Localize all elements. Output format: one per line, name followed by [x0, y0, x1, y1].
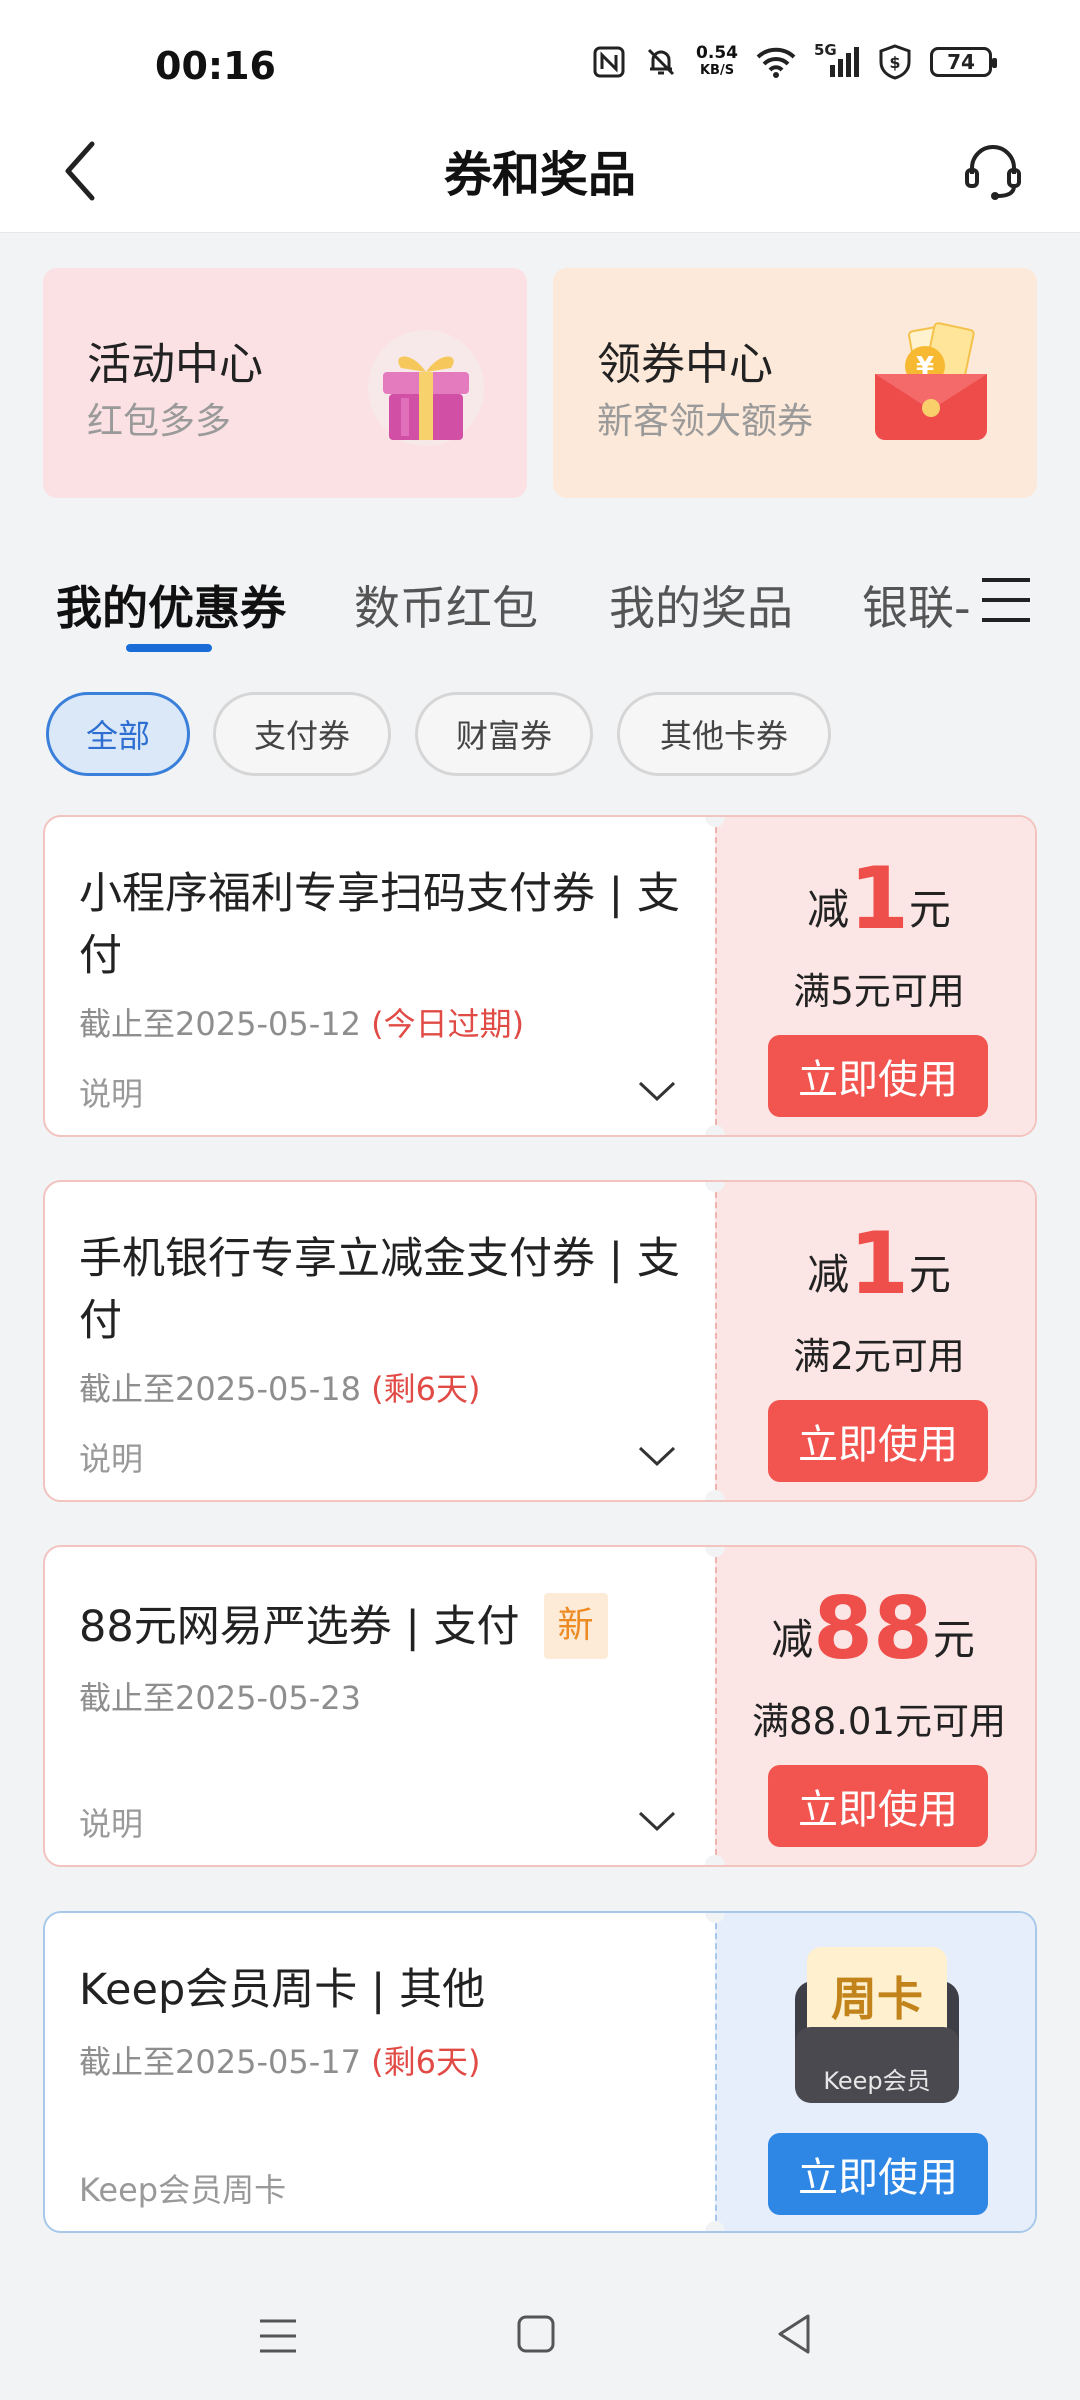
active-tab-indicator [126, 644, 212, 652]
keep-card-title: 周卡 [831, 1972, 923, 2026]
coupon-center-subtitle: 新客领大额券 [597, 401, 814, 442]
coupon-expiry: 截止至2025-05-17 (剩6天) [79, 2037, 481, 2083]
coupon-title: Keep会员周卡 | 其他 [79, 1965, 486, 2015]
tab-my-prizes[interactable]: 我的奖品 [609, 572, 793, 638]
coupon-description[interactable]: 说明 [79, 1069, 143, 1115]
coupon-amount: 减1元 [717, 849, 1035, 949]
net-speed: 0.54 KB/S [696, 44, 738, 80]
coupon-card[interactable]: 周卡 Keep会员 立即使用 Keep会员周卡 | 其他 截止至2025-05-… [43, 1911, 1037, 2233]
chevron-down-icon[interactable] [637, 1079, 677, 1103]
amount-prefix: 减 [807, 1250, 850, 1299]
coupon-expiry: 截止至2025-05-12 (今日过期) [79, 999, 524, 1045]
home-icon[interactable] [516, 2314, 556, 2354]
coupon-card[interactable]: 减1元 满5元可用 立即使用 小程序福利专享扫码支付券 | 支付 截止至2025… [43, 815, 1037, 1137]
activity-center-title: 活动中心 [87, 339, 263, 390]
tab-my-coupons[interactable]: 我的优惠券 [56, 572, 286, 638]
coupon-title: 88元网易严选券 | 支付新 [79, 1593, 699, 1659]
coupon-center-title: 领券中心 [597, 339, 773, 390]
expiry-date: 截止至2025-05-12 [79, 1005, 361, 1043]
amount-unit: 元 [932, 1615, 975, 1664]
coupon-description[interactable]: 说明 [79, 1434, 143, 1480]
chip-wealth[interactable]: 财富券 [415, 692, 593, 776]
coupon-condition: 满88.01元可用 [752, 1700, 1006, 1743]
red-envelope-icon: ¥ [875, 322, 987, 440]
net-speed-unit: KB/S [699, 63, 735, 78]
back-triangle-icon[interactable] [774, 2312, 814, 2356]
use-now-button[interactable]: 立即使用 [768, 2133, 988, 2215]
coupon-title-text: 88元网易严选券 | 支付 [79, 1602, 520, 1652]
battery-indicator: 74 [930, 47, 997, 77]
amount-value: 1 [849, 849, 909, 949]
page-title: 券和奖品 [443, 147, 636, 203]
coupon-value-panel: 减1元 满5元可用 立即使用 [715, 817, 1035, 1135]
mute-bell-icon [647, 48, 675, 76]
tab-digital-red-packet[interactable]: 数币红包 [354, 572, 538, 638]
use-now-button[interactable]: 立即使用 [768, 1400, 988, 1482]
coupon-card[interactable]: 减88元 满88.01元可用 立即使用 88元网易严选券 | 支付新 截止至20… [43, 1545, 1037, 1867]
coupon-expiry: 截止至2025-05-23 [79, 1673, 361, 1719]
use-now-button[interactable]: 立即使用 [768, 1765, 988, 1847]
status-time: 00:16 [155, 44, 276, 88]
expiry-date: 截止至2025-05-18 [79, 1370, 361, 1408]
expiry-tag: (今日过期) [371, 1005, 525, 1043]
amount-prefix: 减 [771, 1615, 814, 1664]
signal-icon: 5G [814, 41, 860, 79]
coupon-amount: 减1元 [717, 1214, 1035, 1314]
amount-unit: 元 [908, 1250, 951, 1299]
coupon-center-card[interactable]: 领券中心 新客领大额券 ¥ [553, 268, 1037, 498]
expiry-date: 截止至2025-05-23 [79, 1679, 361, 1717]
coupon-condition: 满2元可用 [793, 1335, 965, 1378]
amount-value: 88 [813, 1579, 933, 1679]
coupon-description[interactable]: 说明 [79, 1799, 143, 1845]
coupon-title: 手机银行专享立减金支付券 | 支付 [79, 1234, 680, 1346]
amount-value: 1 [849, 1214, 909, 1314]
chip-payment[interactable]: 支付券 [213, 692, 391, 776]
coupon-description: Keep会员周卡 [79, 2171, 287, 2209]
shield-dollar-icon: $ [879, 44, 911, 80]
coupon-value-panel: 减88元 满88.01元可用 立即使用 [715, 1547, 1035, 1865]
amount-unit: 元 [908, 885, 951, 934]
customer-service-icon[interactable] [962, 140, 1024, 202]
expiry-date: 截止至2025-05-17 [79, 2043, 361, 2081]
coupon-condition: 满5元可用 [793, 970, 965, 1013]
tab-unionpay[interactable]: 银联- [862, 572, 971, 638]
new-badge: 新 [543, 1593, 608, 1659]
keep-card-subtitle: Keep会员 [823, 2067, 931, 2095]
svg-text:$: $ [889, 53, 900, 72]
coupon-amount: 减88元 [711, 1579, 1035, 1679]
recent-apps-icon[interactable] [258, 2316, 298, 2356]
amount-prefix: 减 [807, 885, 850, 934]
chip-other-cards[interactable]: 其他卡券 [617, 692, 831, 776]
use-now-button[interactable]: 立即使用 [768, 1035, 988, 1117]
coupon-expiry: 截止至2025-05-18 (剩6天) [79, 1364, 481, 1410]
chevron-down-icon[interactable] [637, 1809, 677, 1833]
coupon-value-panel: 周卡 Keep会员 立即使用 [715, 1913, 1035, 2231]
net-speed-value: 0.54 [696, 43, 738, 63]
activity-center-subtitle: 红包多多 [87, 401, 232, 442]
chevron-down-icon[interactable] [637, 1444, 677, 1468]
menu-icon[interactable] [980, 574, 1032, 626]
status-icons: 0.54 KB/S 5G $ 74 [592, 41, 997, 80]
coupon-value-panel: 减1元 满2元可用 立即使用 [715, 1182, 1035, 1500]
expiry-tag: (剩6天) [371, 1370, 481, 1408]
coupon-title: 小程序福利专享扫码支付券 | 支付 [79, 869, 680, 981]
nfc-icon [593, 46, 625, 78]
coupon-card[interactable]: 减1元 满2元可用 立即使用 手机银行专享立减金支付券 | 支付 截止至2025… [43, 1180, 1037, 1502]
chip-all[interactable]: 全部 [46, 692, 190, 776]
wifi-icon [756, 47, 796, 78]
gift-box-icon [368, 330, 484, 446]
activity-center-card[interactable]: 活动中心 红包多多 [43, 268, 527, 498]
expiry-tag: (剩6天) [371, 2043, 481, 2081]
